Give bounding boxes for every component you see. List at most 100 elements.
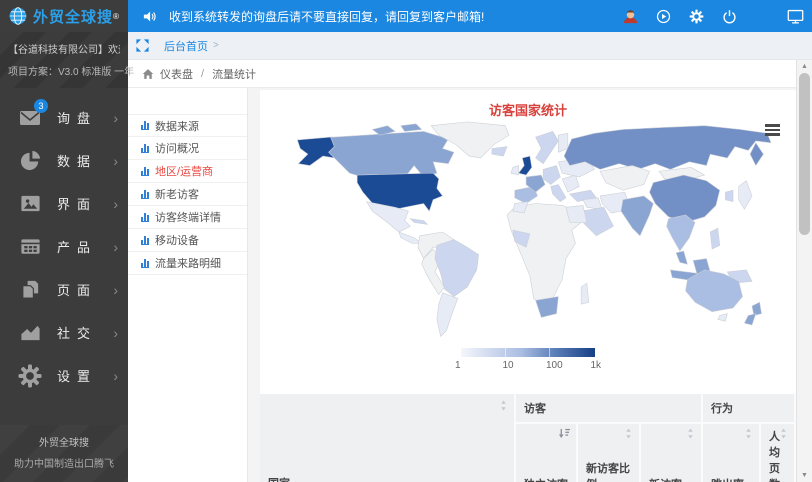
plan-text: 项目方案：V3.0 标准版 一年 (8, 63, 120, 78)
secondary-nav-bar: 后台首页 > (128, 32, 812, 60)
sort-icon[interactable] (686, 428, 695, 442)
submenu-item-terminal-details[interactable]: 访客终端详情 (128, 206, 247, 229)
map-region-south-africa[interactable] (536, 297, 559, 318)
bar-chart-icon (141, 236, 149, 245)
map-region-new-zealand-south[interactable] (744, 314, 755, 325)
globe-icon (8, 6, 28, 26)
chevron-right-icon: › (113, 154, 118, 168)
footer-slogan: 助力中国制造出口腾飞 (0, 455, 128, 470)
submenu-item-traffic-sources[interactable]: 流量来路明细 (128, 252, 247, 275)
sidebar-item-settings[interactable]: 设置 › (0, 354, 128, 397)
scroll-down-arrow[interactable]: ▼ (797, 472, 812, 479)
sort-icon[interactable] (779, 428, 788, 442)
bar-chart-icon (141, 144, 149, 153)
expand-fullscreen-icon[interactable] (128, 32, 156, 60)
brand-logo[interactable]: 外贸全球搜 ® (0, 0, 128, 32)
column-header-country[interactable]: 国家 (260, 394, 515, 482)
breadcrumb: 仪表盘 / 流量统计 (128, 60, 796, 88)
main-content: 访客国家统计 (248, 88, 796, 482)
map-region-new-zealand-north[interactable] (752, 302, 761, 315)
chart-export-menu-icon[interactable] (765, 124, 780, 138)
submenu-label: 数据来源 (155, 118, 199, 134)
sidebar-item-pages[interactable]: 页面 › (0, 268, 128, 311)
welcome-text: 【谷道科技有限公司】欢迎您! (8, 41, 120, 56)
map-region-japan[interactable] (739, 181, 752, 209)
column-header-bounce-rate[interactable]: 跳出率 (702, 423, 760, 482)
map-region-russia[interactable] (564, 126, 771, 170)
map-region-southeast-asia[interactable] (667, 215, 695, 251)
submenu-item-mobile-devices[interactable]: 移动设备 (128, 229, 247, 252)
column-header-new-visitor-ratio[interactable]: 新访客比例 (577, 423, 640, 482)
app-grid-icon[interactable] (753, 7, 771, 25)
monitor-icon[interactable] (786, 7, 804, 25)
sidebar-item-inquiries[interactable]: 3 询盘 › (0, 96, 128, 139)
product-grid-icon (16, 234, 44, 260)
power-icon[interactable] (720, 7, 738, 25)
chevron-right-icon: › (113, 326, 118, 340)
backend-home-link[interactable]: 后台首页 (164, 38, 208, 54)
sidebar-item-data[interactable]: 数据 › (0, 139, 128, 182)
stats-card: 访客国家统计 (260, 90, 796, 482)
submenu-label: 移动设备 (155, 232, 199, 248)
map-region-madagascar[interactable] (581, 283, 589, 304)
column-label: 新访客比例 (586, 463, 630, 482)
sort-desc-active-icon[interactable] (558, 428, 570, 442)
map-region-tasmania (718, 314, 727, 322)
breadcrumb-section[interactable]: 仪表盘 (160, 66, 193, 82)
sidebar-item-label: 页面 (57, 280, 113, 299)
sort-icon[interactable] (744, 428, 753, 442)
legend-tick: 1 (455, 360, 461, 371)
map-region-alaska[interactable] (297, 137, 334, 165)
map-region-scandinavia[interactable] (536, 131, 559, 163)
map-region-india[interactable] (621, 196, 653, 236)
sidebar-item-products[interactable]: 产品 › (0, 225, 128, 268)
home-icon (142, 68, 154, 80)
map-region-canada[interactable] (329, 131, 454, 178)
submenu-item-region-carrier[interactable]: 地区/运营商 (128, 160, 247, 183)
map-region-united-kingdom[interactable] (519, 156, 532, 175)
map-region-finland[interactable] (558, 133, 567, 152)
sidebar-item-interface[interactable]: 界面 › (0, 182, 128, 225)
vertical-scrollbar[interactable]: ▲ ▼ (796, 60, 812, 482)
sidebar-item-label: 产品 (57, 237, 113, 256)
sort-icon[interactable] (624, 428, 633, 442)
settings-gear-icon[interactable] (687, 7, 705, 25)
map-region-egypt[interactable] (566, 205, 587, 222)
group-header-behavior: 行为 (702, 394, 795, 423)
map-region-argentina[interactable] (437, 293, 458, 337)
map-region-iceland[interactable] (492, 147, 507, 156)
map-region-philippines[interactable] (710, 228, 719, 249)
submenu-item-data-source[interactable]: 数据来源 (128, 114, 247, 137)
submenu-item-visit-overview[interactable]: 访问概况 (128, 137, 247, 160)
column-header-pages-per-visit[interactable]: 人均页数 (760, 423, 795, 482)
map-region-ireland[interactable] (511, 166, 519, 175)
sort-icon[interactable] (499, 400, 508, 414)
inquiry-count-badge: 3 (34, 99, 48, 113)
sidebar-item-label: 询盘 (57, 108, 113, 127)
column-header-unique-visitors[interactable]: 独立访客 (515, 423, 577, 482)
scroll-up-arrow[interactable]: ▲ (797, 63, 812, 70)
map-region-germany[interactable] (543, 166, 560, 185)
chevron-right-icon: › (113, 240, 118, 254)
map-region-malaysia[interactable] (676, 251, 687, 264)
sidebar-item-social[interactable]: 社交 › (0, 311, 128, 354)
submenu-item-new-old-visitors[interactable]: 新老访客 (128, 183, 247, 206)
column-header-new-visitors[interactable]: 新访客 (640, 423, 702, 482)
map-region-balkans (562, 175, 579, 192)
chevron-right-icon: › (113, 111, 118, 125)
map-region-south-korea[interactable] (725, 190, 733, 201)
submenu-label: 地区/运营商 (155, 163, 213, 179)
bar-chart-icon (141, 213, 149, 222)
play-circle-icon[interactable] (654, 7, 672, 25)
map-region-italy[interactable] (551, 185, 566, 202)
submenu-label: 访问概况 (155, 140, 199, 156)
map-region-central-america[interactable] (399, 232, 422, 243)
breadcrumb-arrow: > (213, 40, 219, 51)
submenu-label: 流量来路明细 (155, 255, 221, 271)
map-region-caribbean (410, 219, 427, 225)
scrollbar-thumb[interactable] (799, 73, 810, 235)
app-root: 外贸全球搜 ® 收到系统转发的询盘后请不要直接回复，请回复到客户邮箱! (0, 0, 812, 482)
map-scale-legend: 1 10 100 1k (260, 348, 796, 382)
registered-mark: ® (113, 12, 119, 21)
user-avatar[interactable] (621, 7, 639, 25)
